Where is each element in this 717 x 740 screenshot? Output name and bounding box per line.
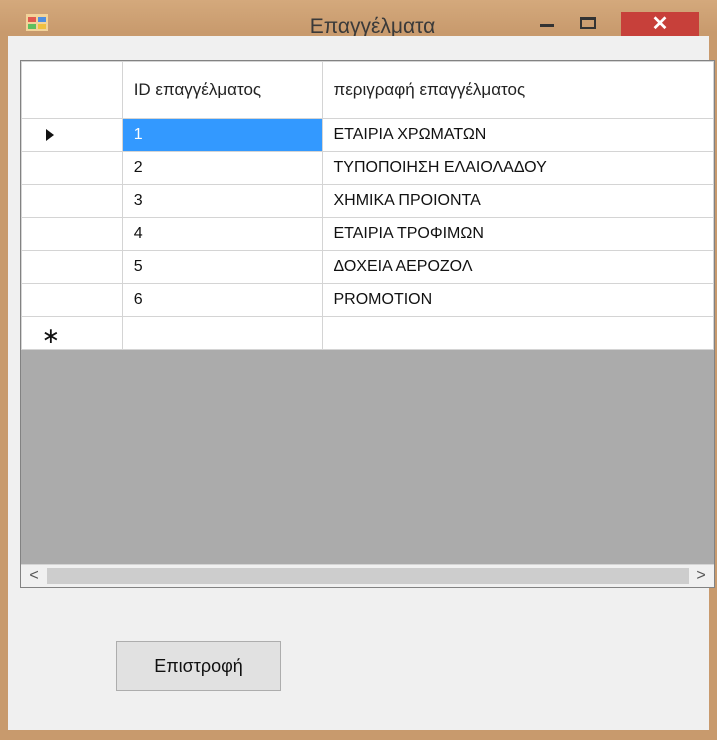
cell-description[interactable]: [321, 316, 714, 350]
cell-description[interactable]: ΕΤΑΙΡΙΑ ΧΡΩΜΑΤΩΝ: [321, 118, 714, 152]
title-bar[interactable]: Επαγγέλματα ✕: [0, 0, 717, 38]
cell-description[interactable]: PROMOTION: [321, 283, 714, 317]
data-grid-table: ID επαγγέλματος περιγραφή επαγγέλματος 1…: [21, 61, 714, 350]
scrollbar-thumb[interactable]: [47, 568, 689, 584]
close-button[interactable]: ✕: [621, 12, 699, 36]
back-button[interactable]: Επιστροφή: [116, 641, 281, 691]
cell-id[interactable]: 6: [121, 283, 323, 317]
application-window: Επαγγέλματα ✕ ID επαγγέλματος περιγραφή …: [0, 0, 717, 740]
cell-id[interactable]: 4: [121, 217, 323, 251]
cell-id[interactable]: 2: [121, 151, 323, 185]
cell-id[interactable]: 3: [121, 184, 323, 218]
row-header[interactable]: [21, 184, 123, 218]
table-row[interactable]: 1 ΕΤΑΙΡΙΑ ΧΡΩΜΑΤΩΝ: [21, 118, 714, 152]
table-row[interactable]: 4 ΕΤΑΙΡΙΑ ΤΡΟΦΙΜΩΝ: [21, 217, 714, 251]
row-header[interactable]: [21, 118, 123, 152]
scroll-right-icon[interactable]: >: [690, 565, 712, 587]
cell-id[interactable]: [121, 316, 323, 350]
current-row-icon: [45, 128, 54, 141]
new-row[interactable]: ∗: [21, 316, 714, 350]
column-header-description[interactable]: περιγραφή επαγγέλματος: [321, 61, 714, 119]
cell-id[interactable]: 1: [121, 118, 323, 152]
new-row-icon: ∗: [41, 323, 61, 348]
minimize-button[interactable]: [528, 12, 566, 34]
cell-id[interactable]: 5: [121, 250, 323, 284]
cell-description[interactable]: ΔΟΧΕΙΑ ΑΕΡΟΖΟΛ: [321, 250, 714, 284]
minimize-icon: [540, 24, 554, 27]
data-grid[interactable]: ID επαγγέλματος περιγραφή επαγγέλματος 1…: [20, 60, 715, 588]
form-client-area: ID επαγγέλματος περιγραφή επαγγέλματος 1…: [8, 36, 715, 730]
row-header[interactable]: [21, 283, 123, 317]
table-row[interactable]: 5 ΔΟΧΕΙΑ ΑΕΡΟΖΟΛ: [21, 250, 714, 284]
table-row[interactable]: 2 ΤΥΠΟΠΟΙΗΣΗ ΕΛΑΙΟΛΑΔΟΥ: [21, 151, 714, 185]
cell-description[interactable]: ΤΥΠΟΠΟΙΗΣΗ ΕΛΑΙΟΛΑΔΟΥ: [321, 151, 714, 185]
row-header[interactable]: [21, 217, 123, 251]
row-header[interactable]: [21, 250, 123, 284]
column-header-id[interactable]: ID επαγγέλματος: [121, 61, 323, 119]
cell-description[interactable]: ΧΗΜΙΚΑ ΠΡΟΙΟΝΤΑ: [321, 184, 714, 218]
maximize-button[interactable]: [580, 17, 596, 29]
row-header[interactable]: ∗: [21, 316, 123, 350]
cell-description[interactable]: ΕΤΑΙΡΙΑ ΤΡΟΦΙΜΩΝ: [321, 217, 714, 251]
scroll-left-icon[interactable]: <: [23, 565, 45, 587]
row-header[interactable]: [21, 151, 123, 185]
table-row[interactable]: 3 ΧΗΜΙΚΑ ΠΡΟΙΟΝΤΑ: [21, 184, 714, 218]
table-row[interactable]: 6 PROMOTION: [21, 283, 714, 317]
horizontal-scrollbar[interactable]: < >: [21, 564, 714, 587]
grid-corner-header[interactable]: [21, 61, 123, 119]
